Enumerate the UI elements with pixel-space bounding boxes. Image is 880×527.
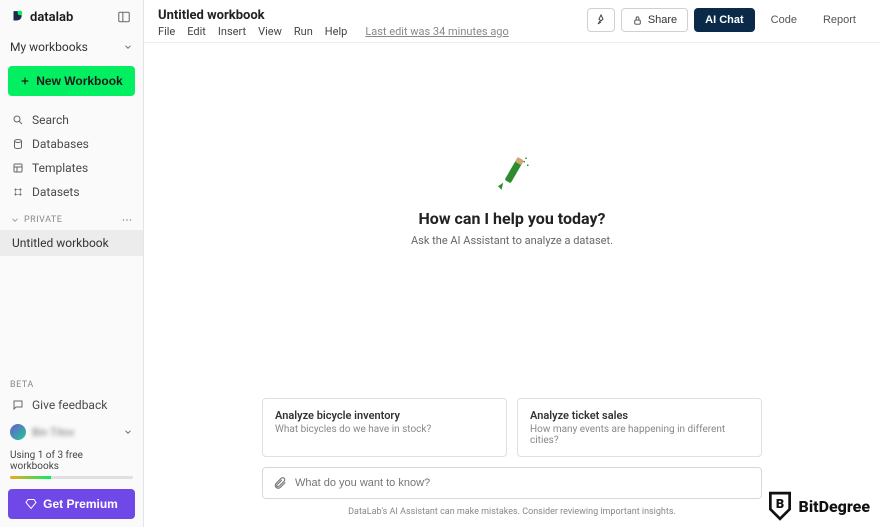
topbar: Untitled workbook File Edit Insert View …: [144, 0, 880, 43]
svg-text:B: B: [775, 497, 783, 512]
topbar-actions: Share AI Chat Code Report: [587, 8, 866, 32]
avatar: [10, 424, 26, 440]
menu-help[interactable]: Help: [325, 25, 348, 38]
nav-databases[interactable]: Databases: [0, 132, 143, 156]
share-button[interactable]: Share: [621, 8, 688, 32]
chat-input[interactable]: [295, 477, 751, 489]
lock-icon: [632, 15, 643, 26]
workbook-selector-label: My workbooks: [10, 40, 88, 54]
get-premium-button[interactable]: Get Premium: [8, 489, 135, 519]
nav-search[interactable]: Search: [0, 108, 143, 132]
attach-icon[interactable]: [273, 476, 287, 490]
user-name: Bin Titov: [32, 426, 74, 439]
user-menu[interactable]: Bin Titov: [0, 418, 143, 446]
more-icon[interactable]: [121, 214, 133, 226]
code-button[interactable]: Code: [761, 9, 807, 31]
main: Untitled workbook File Edit Insert View …: [144, 0, 880, 527]
suggestion-card[interactable]: Analyze ticket sales How many events are…: [517, 398, 762, 457]
usage-bar: [10, 476, 133, 479]
menu-insert[interactable]: Insert: [218, 25, 246, 38]
report-button[interactable]: Report: [813, 9, 866, 31]
workbook-selector[interactable]: My workbooks: [0, 34, 143, 60]
dataset-icon: [12, 186, 24, 198]
shield-icon: B: [767, 491, 793, 521]
nav-templates[interactable]: Templates: [0, 156, 143, 180]
sidebar: datalab My workbooks New Workbook Search…: [0, 0, 144, 527]
brand-text: datalab: [30, 10, 73, 25]
section-private-header: PRIVATE: [0, 210, 143, 230]
menu-edit[interactable]: Edit: [187, 25, 206, 38]
usage-text: Using 1 of 3 free workbooks: [0, 446, 143, 483]
hero-title: How can I help you today?: [419, 209, 606, 228]
menubar: File Edit Insert View Run Help Last edit…: [158, 25, 509, 38]
beta-label: BETA: [0, 378, 143, 392]
new-workbook-button[interactable]: New Workbook: [8, 66, 135, 96]
panel-icon: [117, 10, 131, 24]
chevron-down-icon: [10, 215, 20, 225]
sidebar-header: datalab: [0, 0, 143, 34]
logo[interactable]: datalab: [10, 10, 73, 25]
sidebar-collapse-button[interactable]: [115, 8, 133, 26]
workbook-item[interactable]: Untitled workbook: [0, 230, 143, 256]
content: How can I help you today? Ask the AI Ass…: [144, 43, 880, 527]
database-icon: [12, 138, 24, 150]
suggestion-card[interactable]: Analyze bicycle inventory What bicycles …: [262, 398, 507, 457]
chevron-down-icon: [123, 427, 133, 437]
logo-icon: [10, 10, 24, 24]
plus-icon: [20, 76, 30, 86]
chat-icon: [12, 399, 24, 411]
workbook-title[interactable]: Untitled workbook: [158, 8, 509, 23]
run-button[interactable]: [587, 8, 615, 32]
chevron-down-icon: [123, 42, 133, 52]
menu-run[interactable]: Run: [294, 25, 313, 38]
nav-list: Search Databases Templates Datasets: [0, 102, 143, 210]
template-icon: [12, 162, 24, 174]
hero-subtitle: Ask the AI Assistant to analyze a datase…: [411, 234, 613, 247]
diamond-icon: [25, 498, 37, 510]
new-workbook-label: New Workbook: [36, 74, 122, 88]
nav-datasets[interactable]: Datasets: [0, 180, 143, 204]
hero: How can I help you today? Ask the AI Ass…: [411, 153, 613, 247]
rocket-icon: [595, 14, 607, 26]
pencil-icon: [491, 153, 533, 195]
section-toggle[interactable]: PRIVATE: [10, 215, 62, 225]
suggestions: Analyze bicycle inventory What bicycles …: [262, 398, 762, 457]
menu-file[interactable]: File: [158, 25, 175, 38]
last-edit-link[interactable]: Last edit was 34 minutes ago: [365, 25, 508, 38]
watermark-badge: B BitDegree: [767, 491, 870, 521]
ai-chat-button[interactable]: AI Chat: [694, 8, 755, 32]
chat-input-row: [262, 467, 762, 499]
disclaimer: DataLab's AI Assistant can make mistakes…: [348, 507, 676, 517]
give-feedback[interactable]: Give feedback: [0, 392, 143, 418]
search-icon: [12, 114, 24, 126]
menu-view[interactable]: View: [258, 25, 282, 38]
